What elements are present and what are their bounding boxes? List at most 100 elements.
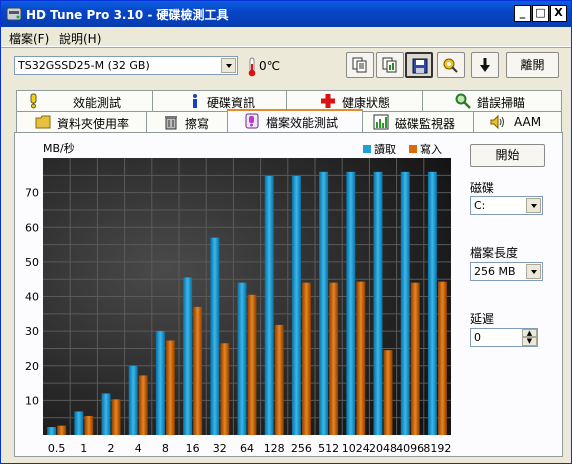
health-icon	[321, 94, 335, 108]
read-bar	[264, 176, 274, 435]
read-bar	[128, 365, 138, 435]
save-icon	[412, 58, 428, 74]
chevron-down-icon[interactable]	[221, 58, 236, 73]
tab-aam[interactable]: AAM	[473, 111, 562, 132]
read-bar	[155, 331, 165, 435]
spinner-down-icon[interactable]: ▼	[522, 337, 537, 346]
tab-disk-monitor-label: 磁碟監視器	[395, 117, 456, 131]
spinner-up-icon[interactable]: ▲	[522, 329, 537, 337]
delay-label: 延遲	[470, 312, 495, 326]
x-tick-label: 128	[264, 442, 285, 455]
tab-folder-usage[interactable]: 資料夾使用率	[16, 111, 147, 132]
write-bar	[138, 375, 148, 435]
drive-select-value: TS32GSSD25-M (32 GB)	[18, 59, 150, 72]
chevron-down-icon[interactable]	[526, 198, 541, 213]
maximize-button[interactable]: □	[532, 5, 549, 22]
error-scan-icon	[455, 93, 471, 109]
tab-file-benchmark-label: 檔案效能測試	[266, 116, 339, 130]
delay-value: 0	[474, 331, 481, 344]
thermometer-icon	[248, 57, 256, 77]
drive-letter-select[interactable]: C:	[470, 196, 543, 215]
speaker-icon	[490, 114, 504, 130]
file-length-select[interactable]: 256 MB	[470, 262, 543, 281]
read-bar	[101, 393, 111, 435]
drive-select[interactable]: TS32GSSD25-M (32 GB)	[14, 56, 238, 75]
copy-text-icon	[352, 57, 367, 73]
write-bar	[437, 281, 447, 435]
copy-screenshot-button[interactable]	[376, 52, 404, 78]
tab-health[interactable]: 健康狀態	[286, 90, 423, 111]
tab-benchmark[interactable]: 效能測試	[16, 90, 153, 111]
save-button[interactable]	[405, 52, 433, 78]
read-bar	[47, 427, 57, 435]
write-bar	[165, 340, 175, 435]
copy-text-button[interactable]	[346, 52, 374, 78]
exit-button[interactable]: 離開	[506, 52, 559, 78]
y-tick-label: 30	[25, 325, 39, 338]
file-benchmark-icon	[245, 113, 259, 129]
write-bar	[193, 306, 203, 435]
read-bar	[400, 171, 410, 435]
delay-spinner[interactable]: 0 ▲ ▼	[470, 328, 538, 347]
write-bar	[84, 415, 94, 435]
toolbar-separator	[1, 47, 571, 48]
start-button[interactable]: 開始	[470, 144, 545, 167]
write-bar	[220, 343, 230, 435]
legend-read-label: 讀取	[374, 142, 396, 156]
y-axis-label: MB/秒	[43, 141, 75, 155]
read-bar	[319, 171, 329, 435]
minimize-button[interactable]: _	[514, 5, 531, 22]
chevron-down-icon[interactable]	[526, 264, 541, 279]
read-bar	[183, 277, 193, 435]
legend-write-swatch	[409, 145, 417, 153]
tab-benchmark-label: 效能測試	[73, 96, 122, 110]
menu-help[interactable]: 說明(H)	[59, 30, 101, 47]
write-bar	[410, 282, 420, 435]
x-tick-label: 1	[80, 442, 87, 455]
download-button[interactable]	[471, 52, 499, 78]
close-button[interactable]: X	[550, 5, 567, 22]
x-tick-label: 256	[291, 442, 312, 455]
read-bar	[74, 411, 84, 435]
write-bar	[274, 324, 284, 435]
info-icon	[193, 94, 197, 108]
read-bar	[210, 237, 220, 435]
tab-disk-monitor[interactable]: 磁碟監視器	[362, 111, 474, 132]
tab-error-scan[interactable]: 錯誤掃瞄	[422, 90, 562, 111]
drive-label: 磁碟	[470, 181, 495, 195]
tab-error-scan-label: 錯誤掃瞄	[477, 96, 526, 110]
copy-screenshot-icon	[382, 57, 397, 73]
file-length-label: 檔案長度	[470, 246, 519, 260]
options-button[interactable]	[437, 52, 465, 78]
x-tick-label: 2048	[369, 442, 397, 455]
y-tick-label: 10	[25, 394, 39, 407]
disk-monitor-icon	[373, 114, 389, 130]
x-tick-label: 2	[108, 442, 115, 455]
y-tick-label: 40	[25, 291, 39, 304]
tab-info[interactable]: 硬碟資訊	[152, 90, 287, 111]
write-bar	[383, 350, 393, 435]
title-bar: HD Tune Pro 3.10 - 硬碟檢測工具 _ □ X	[1, 1, 571, 27]
app-icon	[6, 7, 22, 21]
read-bar	[291, 176, 301, 435]
window-title: HD Tune Pro 3.10 - 硬碟檢測工具	[26, 8, 229, 22]
x-tick-label: 64	[240, 442, 254, 455]
x-tick-label: 8	[162, 442, 169, 455]
legend-write-label: 寫入	[420, 142, 442, 156]
x-tick-label: 8192	[423, 442, 451, 455]
drive-letter-value: C:	[474, 199, 486, 212]
tab-erase[interactable]: 擦寫	[146, 111, 228, 132]
y-tick-label: 70	[25, 187, 39, 200]
x-tick-label: 4096	[396, 442, 424, 455]
write-bar	[111, 399, 121, 435]
write-bar	[301, 282, 311, 435]
y-tick-label: 20	[25, 360, 39, 373]
x-tick-label: 512	[318, 442, 339, 455]
tab-file-benchmark[interactable]: 檔案效能測試	[227, 109, 363, 132]
folder-icon	[35, 115, 51, 129]
read-bar	[237, 282, 247, 435]
write-bar	[247, 294, 257, 435]
menu-file[interactable]: 檔案(F)	[9, 30, 49, 47]
write-bar	[329, 282, 339, 435]
file-length-value: 256 MB	[474, 265, 516, 278]
